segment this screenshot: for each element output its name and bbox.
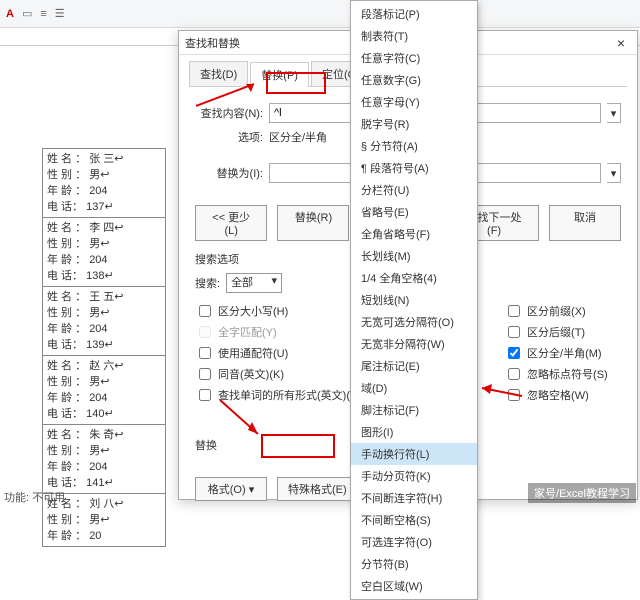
special-format-menu: 段落标记(P)制表符(T)任意字符(C)任意数字(G)任意字母(Y)脱字号(R)… bbox=[350, 0, 478, 600]
menu-item[interactable]: 1/4 全角空格(4) bbox=[351, 267, 477, 289]
chk-case[interactable] bbox=[199, 305, 211, 317]
menu-item[interactable]: 不间断连字符(H) bbox=[351, 487, 477, 509]
find-dropdown-icon[interactable]: ▾ bbox=[607, 103, 621, 123]
menu-item[interactable]: 段落标记(P) bbox=[351, 3, 477, 25]
search-scope-select[interactable]: 全部▾ bbox=[226, 273, 282, 293]
annotation-arrow-1 bbox=[196, 82, 266, 112]
menu-item[interactable]: 不间断空格(S) bbox=[351, 509, 477, 531]
align-icon[interactable]: ≡ bbox=[40, 8, 46, 20]
menu-item[interactable]: 脱字号(R) bbox=[351, 113, 477, 135]
menu-item[interactable]: ¶ 段落符号(A) bbox=[351, 157, 477, 179]
checks-left: 区分大小写(H) 全字匹配(Y) 使用通配符(U) 同音(英文)(K) 查找单词… bbox=[195, 299, 364, 407]
replace-button[interactable]: 替换(R) bbox=[277, 205, 349, 241]
menu-item[interactable]: 域(D) bbox=[351, 377, 477, 399]
menu-item[interactable]: 可选连字符(O) bbox=[351, 531, 477, 553]
table-row: 姓 名 ： 张 三↩ 性 别 ： 男↩ 年 龄 ： 204 电 话： 137↵ bbox=[43, 149, 165, 218]
search-scope-label: 搜索: bbox=[195, 275, 220, 291]
watermark: 家号/Excel教程学习 bbox=[528, 483, 636, 503]
highlight-icon[interactable]: ▭ bbox=[22, 7, 32, 20]
close-icon[interactable]: × bbox=[611, 35, 631, 51]
table-row: 姓 名 ： 李 四↩ 性 别 ： 男↩ 年 龄 ： 204 电 话： 138↵ bbox=[43, 218, 165, 287]
less-button[interactable]: << 更少(L) bbox=[195, 205, 267, 241]
chk-prefix[interactable] bbox=[508, 305, 520, 317]
menu-item[interactable]: 短划线(N) bbox=[351, 289, 477, 311]
menu-item[interactable]: 任意字符(C) bbox=[351, 47, 477, 69]
menu-item[interactable]: 手动换行符(L) bbox=[351, 443, 477, 465]
menu-item[interactable]: 分节符(B) bbox=[351, 553, 477, 575]
menu-item[interactable]: 任意数字(G) bbox=[351, 69, 477, 91]
menu-item[interactable]: 无宽非分隔符(W) bbox=[351, 333, 477, 355]
options-value: 区分全/半角 bbox=[269, 129, 327, 145]
app-toolbar: A ▭ ≡ ☰ bbox=[0, 0, 640, 28]
chk-wildcards[interactable] bbox=[199, 347, 211, 359]
annotation-arrow-2 bbox=[218, 398, 268, 440]
font-color-icon[interactable]: A bbox=[6, 8, 14, 20]
menu-item[interactable]: 空白区域(W) bbox=[351, 575, 477, 597]
menu-item[interactable]: 手动分页符(K) bbox=[351, 465, 477, 487]
chk-suffix[interactable] bbox=[508, 326, 520, 338]
format-button[interactable]: 格式(O) ▾ bbox=[195, 477, 267, 501]
menu-item[interactable]: 无宽可选分隔符(O) bbox=[351, 311, 477, 333]
table-row: 姓 名 ： 赵 六↩ 性 别 ： 男↩ 年 龄 ： 204 电 话： 140↵ bbox=[43, 356, 165, 425]
cancel-button[interactable]: 取消 bbox=[549, 205, 621, 241]
status-bar: 功能: 不可用 bbox=[4, 489, 65, 505]
chk-whole-word bbox=[199, 326, 211, 338]
options-label: 选项: bbox=[195, 129, 263, 145]
menu-item[interactable]: 长划线(M) bbox=[351, 245, 477, 267]
chk-sounds-like[interactable] bbox=[199, 368, 211, 380]
table-row: 姓 名 ： 朱 奇↩ 性 别 ： 男↩ 年 龄 ： 204 电 话： 141↵ bbox=[43, 425, 165, 494]
list-icon[interactable]: ☰ bbox=[55, 7, 65, 20]
table-row: 姓 名 ： 王 五↩ 性 别 ： 男↩ 年 龄 ： 204 电 话： 139↵ bbox=[43, 287, 165, 356]
annotation-arrow-3 bbox=[478, 382, 524, 402]
menu-item[interactable]: 任意字母(Y) bbox=[351, 91, 477, 113]
menu-item[interactable]: 省略号(E) bbox=[351, 201, 477, 223]
menu-item[interactable]: § 分节符(A) bbox=[351, 135, 477, 157]
replace-label: 替换为(I): bbox=[195, 165, 263, 181]
document-table: 姓 名 ： 张 三↩ 性 别 ： 男↩ 年 龄 ： 204 电 话： 137↵ … bbox=[42, 148, 166, 547]
menu-item[interactable]: 图形(I) bbox=[351, 421, 477, 443]
replace-dropdown-icon[interactable]: ▾ bbox=[607, 163, 621, 183]
chk-fullwidth[interactable] bbox=[508, 347, 520, 359]
dialog-title: 查找和替换 bbox=[185, 35, 240, 51]
chk-ignore-punct[interactable] bbox=[508, 368, 520, 380]
menu-item[interactable]: 脚注标记(F) bbox=[351, 399, 477, 421]
menu-item[interactable]: 分栏符(U) bbox=[351, 179, 477, 201]
menu-item[interactable]: 制表符(T) bbox=[351, 25, 477, 47]
menu-item[interactable]: 尾注标记(E) bbox=[351, 355, 477, 377]
menu-item[interactable]: 全角省略号(F) bbox=[351, 223, 477, 245]
chk-all-forms[interactable] bbox=[199, 389, 211, 401]
